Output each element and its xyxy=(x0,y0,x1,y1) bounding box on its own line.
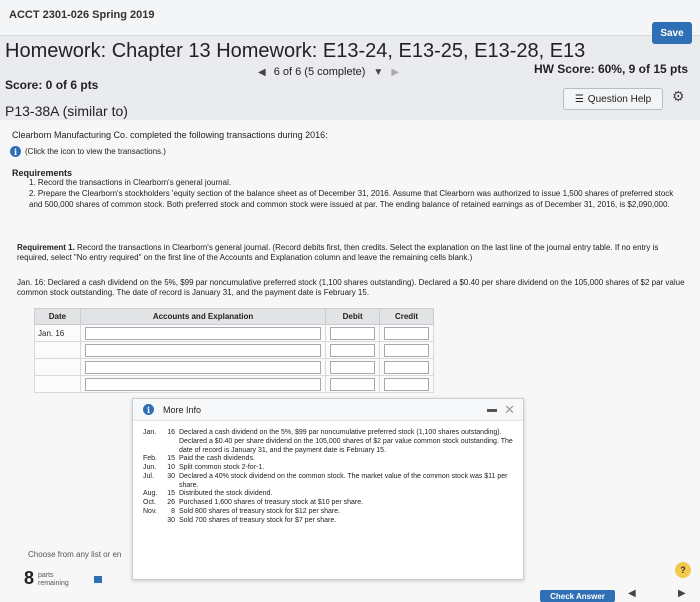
list-icon: ☰ xyxy=(574,93,584,105)
gear-icon[interactable]: ⚙ xyxy=(672,88,685,105)
minimize-icon[interactable]: ▬ xyxy=(487,404,497,415)
more-info-modal: i More Info ▬ ✕ Jan. 16 Declared a cash di… xyxy=(132,398,524,580)
transactions-link[interactable]: i (Click the icon to view the transactio… xyxy=(10,146,166,157)
account-input[interactable] xyxy=(84,343,322,357)
credit-input[interactable] xyxy=(384,343,429,357)
info-icon[interactable]: i xyxy=(10,146,21,157)
debit-input[interactable] xyxy=(330,377,376,391)
credit-input[interactable] xyxy=(384,377,429,391)
modal-header: i More Info ▬ ✕ xyxy=(133,399,523,421)
list-item: Aug. 15 Distributed the stock dividend. xyxy=(143,490,273,498)
problem-id: P13-38A (similar to) xyxy=(5,103,128,119)
table-row xyxy=(34,375,434,393)
question-navigator: ◀ 6 of 6 (5 complete) ▼ ▶ xyxy=(258,66,399,78)
help-icon[interactable]: ? xyxy=(675,562,691,578)
save-button[interactable]: Save xyxy=(652,22,692,44)
debit-input[interactable] xyxy=(330,360,376,374)
list-item: Feb. 15 Paid the cash dividends. xyxy=(143,455,255,463)
table-row xyxy=(34,358,434,376)
requirements-title: Requirements xyxy=(12,168,73,178)
next-question-icon[interactable]: ▶ xyxy=(391,67,399,78)
requirements-list: 1. Record the transactions in Clearborn'… xyxy=(17,178,677,211)
hw-score: HW Score: 60%, 9 of 15 pts xyxy=(533,62,688,76)
col-credit: Credit xyxy=(379,308,434,325)
account-input[interactable] xyxy=(84,377,322,391)
transactions-list: Jan. 16 Declared a cash dividend on the 5%… xyxy=(143,429,513,525)
homework-title: Homework: Chapter 13 Homework: E13-24, E… xyxy=(5,40,586,62)
col-accounts: Accounts and Explanation xyxy=(79,308,327,325)
choose-hint: Choose from any list or en xyxy=(28,550,122,559)
question-content: Clearborn Manufacturing Co. completed th… xyxy=(0,120,700,602)
table-row xyxy=(34,341,434,359)
table-row: Jan. 16 xyxy=(34,324,434,342)
transaction-text: Jan. 16: Declared a cash dividend on the… xyxy=(17,278,685,298)
question-help-button[interactable]: ☰ Question Help xyxy=(563,88,663,110)
parts-remaining-count: 8 xyxy=(24,568,35,588)
journal-table: Date Accounts and Explanation Debit Cred… xyxy=(34,308,434,393)
credit-input[interactable] xyxy=(384,326,429,340)
parts-remaining-label: parts remaining xyxy=(38,572,69,587)
list-item: Oct. 26 Purchased 1,600 shares of treasury… xyxy=(143,499,364,506)
close-icon[interactable]: ✕ xyxy=(504,402,515,418)
col-debit: Debit xyxy=(325,308,381,325)
list-item: Nov. 8 Sold 800 shares of treasury stock f… xyxy=(143,507,341,515)
requirement-item: 2. Prepare the Clearborn's stockholders … xyxy=(29,189,674,209)
modal-title: More Info xyxy=(163,405,202,415)
list-item: Jun. 10 Split common stock 2-for-1. xyxy=(143,464,265,471)
top-bar: ACCT 2301-026 Spring 2019 Save xyxy=(0,0,700,44)
question-pager[interactable]: 6 of 6 (5 complete) xyxy=(274,66,366,78)
list-item: 30 Sold 700 shares of treasury stock for … xyxy=(167,516,337,524)
credit-input[interactable] xyxy=(384,360,429,374)
list-item: Jan. 16 Declared a cash dividend on the 5%… xyxy=(143,429,513,454)
row-date: Jan. 16 xyxy=(34,324,81,342)
next-part-icon[interactable]: ▶ xyxy=(678,588,686,599)
info-icon: i xyxy=(143,404,154,415)
debit-input[interactable] xyxy=(330,326,376,340)
check-answer-button[interactable]: Check Answer xyxy=(540,590,615,602)
prev-part-icon[interactable]: ◀ xyxy=(628,588,636,599)
prev-question-icon[interactable]: ◀ xyxy=(258,67,266,78)
account-input[interactable] xyxy=(84,360,322,374)
score-label: Score: 0 of 6 pts xyxy=(5,78,99,92)
requirement-1-instructions: Requirement 1. Record the transactions i… xyxy=(17,243,659,263)
parts-progress-bar xyxy=(94,576,102,583)
course-title: ACCT 2301-026 Spring 2019 xyxy=(9,9,155,21)
debit-input[interactable] xyxy=(330,343,376,357)
intro-text: Clearborn Manufacturing Co. completed th… xyxy=(12,130,328,140)
col-date: Date xyxy=(34,308,81,325)
list-item: Jul. 30 Declared a 40% stock dividend on t… xyxy=(143,472,508,489)
requirement-item: 1. Record the transactions in Clearborn'… xyxy=(29,178,232,187)
dropdown-icon[interactable]: ▼ xyxy=(373,67,383,78)
account-input[interactable] xyxy=(84,326,322,340)
